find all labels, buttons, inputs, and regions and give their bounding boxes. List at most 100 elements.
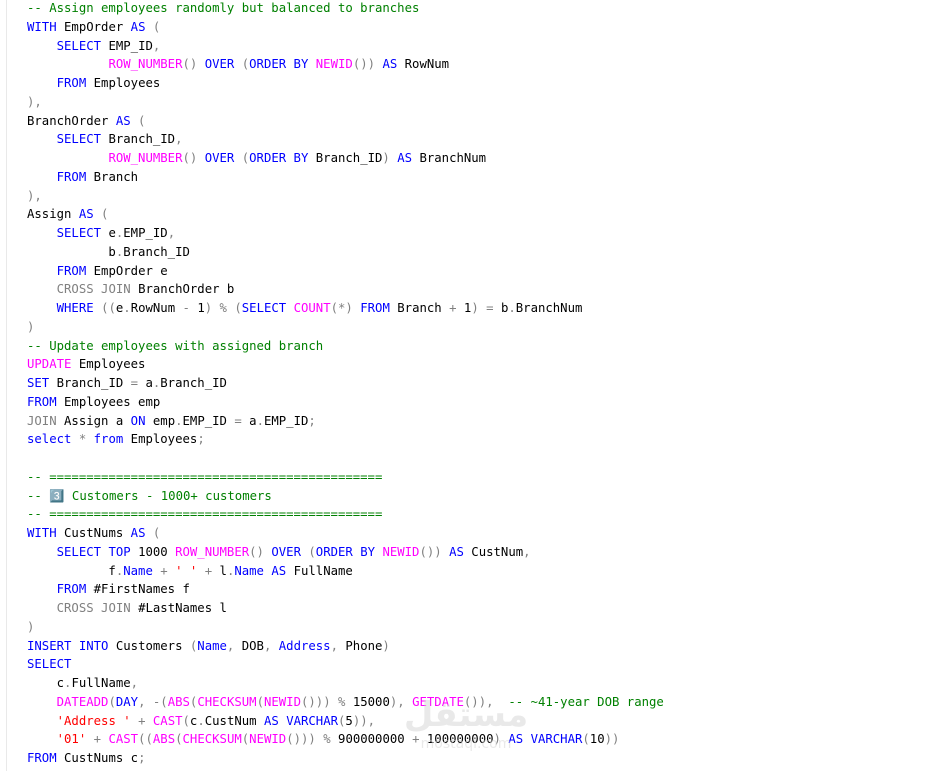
code-token-keyword: AS (508, 732, 524, 747)
code-token-gray: ) (382, 151, 390, 165)
code-token-text: Assign a (56, 413, 131, 428)
code-token-keyword: OVER (204, 151, 235, 165)
code-token-gray: ( (308, 544, 316, 559)
code-line: f.Name + ' ' + l.Name AS FullName (27, 562, 664, 581)
code-token-keyword: OVER (204, 57, 235, 72)
code-token-keyword: Name (123, 563, 153, 578)
code-token-gray: ; (197, 432, 205, 447)
code-line: FROM Branch (27, 168, 664, 187)
code-token-gray: . (256, 413, 264, 428)
code-token-keyword: from (93, 432, 124, 447)
code-token-text: BranchNum (412, 151, 487, 165)
code-token-gray: ), (389, 694, 405, 709)
code-token-text: Branch (389, 301, 450, 315)
code-token-keyword: SELECT (241, 301, 287, 315)
code-token-keyword: Name (234, 563, 264, 578)
code-token-function: ROW_NUMBER (175, 544, 250, 559)
code-token-keyword: AS (449, 544, 464, 559)
code-token-text: c (27, 676, 65, 690)
code-token-text: 1 (189, 301, 205, 315)
code-token-function: ABS (152, 732, 176, 747)
code-token-keyword: SELECT (56, 544, 102, 559)
code-token-string: ' ' (175, 563, 198, 578)
code-token-gray: ( (582, 732, 590, 747)
code-line: DATEADD(DAY, -(ABS(CHECKSUM(NEWID())) % … (27, 693, 664, 712)
code-token-gray: % (219, 301, 227, 315)
code-token-keyword: FROM (56, 76, 87, 90)
code-line: -- =====================================… (27, 468, 664, 487)
code-line: CROSS JOIN #LastNames l (27, 599, 664, 618)
code-token-keyword: WITH (27, 19, 57, 34)
code-token-string: 'Address ' (56, 713, 131, 728)
code-token-text: Employees (71, 357, 146, 372)
code-token-text: FullName (286, 563, 353, 578)
code-token-keyword: select (27, 432, 72, 447)
code-token-gray: (( (138, 732, 153, 747)
code-token-gray: () (249, 544, 264, 559)
code-editor[interactable]: -- Assign employees randomly but balance… (0, 0, 930, 771)
code-token-keyword: FROM (27, 394, 57, 409)
code-line: JOIN Assign a ON emp.EMP_ID = a.EMP_ID; (27, 412, 664, 431)
code-token-text: #FirstNames f (86, 582, 190, 597)
code-token-gray: ; (138, 751, 146, 765)
editor-gutter-border (6, 0, 7, 771)
code-token-keyword: AS (263, 713, 279, 728)
code-token-function: UPDATE (27, 357, 72, 372)
code-token-keyword: DAY (115, 694, 139, 709)
code-token-gray: = (234, 413, 242, 428)
code-token-keyword: AS (271, 563, 287, 578)
code-token-gray: ) (27, 319, 35, 334)
code-token-text: Branch_ID (49, 376, 131, 390)
code-token-keyword: ORDER BY (249, 57, 309, 72)
code-token-text: a (241, 413, 257, 428)
code-token-text: Branch_ID (160, 376, 227, 390)
code-line: select * from Employees; (27, 430, 664, 449)
code-token-text: 15000 (345, 694, 390, 709)
code-line: -- 3️⃣ Customers - 1000+ customers (27, 487, 664, 506)
code-token-text: BranchOrder (27, 113, 116, 128)
code-token-text: 10 (589, 732, 605, 747)
code-token-keyword: SET (27, 376, 50, 390)
code-line: ), (27, 93, 664, 112)
code-line: -- Assign employees randomly but balance… (27, 0, 664, 18)
code-token-gray: + (93, 732, 102, 747)
code-token-text: CustNum (204, 713, 264, 728)
code-token-text: Branch_ID (101, 132, 176, 147)
code-token-function: CAST (152, 713, 183, 728)
code-token-gray: - (182, 301, 190, 315)
code-token-string: '01' (56, 732, 87, 747)
sql-code-block[interactable]: -- Assign employees randomly but balance… (27, 0, 664, 768)
code-token-keyword: VARCHAR (530, 732, 583, 747)
code-token-gray: . (123, 301, 131, 315)
code-token-gray: )) (604, 732, 620, 747)
code-token-gray: ) (471, 301, 479, 315)
code-line: ) (27, 618, 664, 637)
code-token-text: Employees (86, 76, 161, 90)
code-token-gray: , (523, 544, 531, 559)
code-line: ), (27, 187, 664, 206)
code-token-keyword: Name (197, 638, 227, 653)
code-token-keyword: FROM (27, 751, 57, 765)
code-token-keyword: AS (130, 19, 146, 34)
code-token-function: COUNT (293, 301, 331, 315)
code-line: c.FullName, (27, 674, 664, 693)
code-token-function: NEWID (315, 57, 353, 72)
code-token-text: 900000000 (330, 732, 413, 747)
code-token-keyword: ORDER BY (249, 151, 309, 165)
code-token-gray: ()) (419, 544, 442, 559)
code-token-text: Branch_ID (123, 244, 190, 259)
code-token-text: 1000 (130, 544, 176, 559)
code-line: ROW_NUMBER() OVER (ORDER BY NEWID()) AS … (27, 55, 664, 74)
code-token-gray: () (182, 151, 198, 165)
code-line: FROM Employees emp (27, 393, 664, 412)
code-token-gray: JOIN (27, 413, 57, 428)
